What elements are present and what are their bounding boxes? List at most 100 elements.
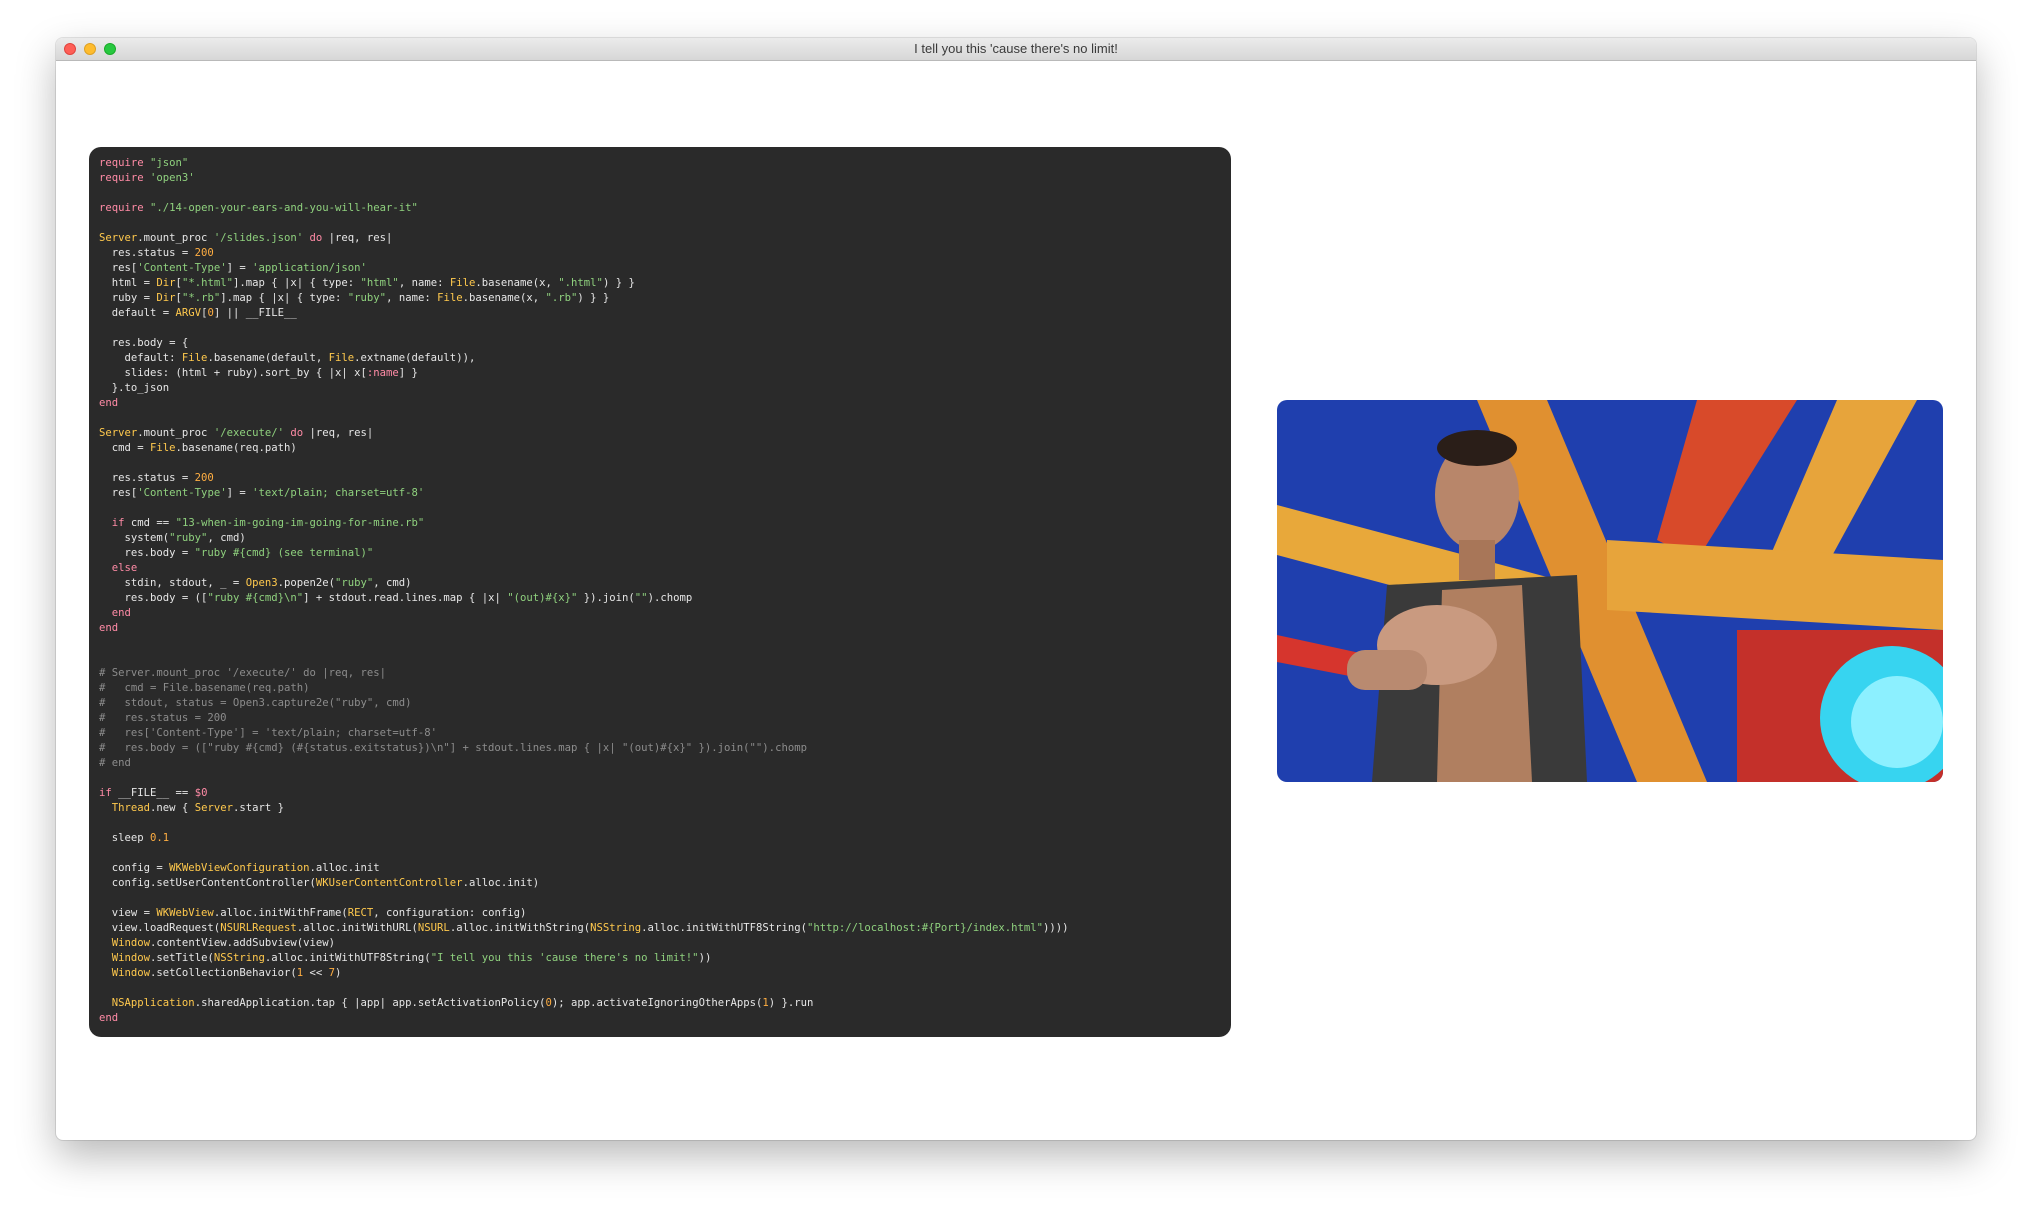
code-line: default: File.basename(default, File.ext… xyxy=(99,351,1221,366)
code-token: default: xyxy=(99,352,182,364)
code-token: NSString xyxy=(590,922,642,934)
code-token: NSString xyxy=(213,952,265,964)
code-token: ].map { |x| { type: xyxy=(232,277,361,289)
code-token: ] = xyxy=(226,262,253,274)
code-token: if xyxy=(111,517,125,529)
code-token: Open3 xyxy=(245,577,278,589)
code-line: else xyxy=(99,561,1221,576)
code-token: .alloc.initWithUTF8String( xyxy=(641,922,807,934)
code-line: cmd = File.basename(req.path) xyxy=(99,441,1221,456)
code-line: # stdout, status = Open3.capture2e("ruby… xyxy=(99,696,1221,711)
code-token: |req, res| xyxy=(322,232,393,244)
code-token: ] = xyxy=(226,487,253,499)
code-line: res['Content-Type'] = 'text/plain; chars… xyxy=(99,486,1221,501)
code-token: WKWebView xyxy=(156,907,214,919)
code-token: "json" xyxy=(150,157,189,169)
code-token: |req, res| xyxy=(303,427,374,439)
code-token: .popen2e( xyxy=(277,577,335,589)
code-line: Window.contentView.addSubview(view) xyxy=(99,936,1221,951)
code-token: stdin, stdout, _ = xyxy=(99,577,246,589)
code-token: Window xyxy=(111,967,151,979)
code-token: WKUserContentController xyxy=(315,877,463,889)
code-token: )) xyxy=(698,952,712,964)
code-token: "ruby #{cmd}\n" xyxy=(207,592,304,604)
code-token: RECT xyxy=(347,907,374,919)
code-token: "./14-open-your-ears-and-you-will-hear-i… xyxy=(150,202,418,214)
code-token: require xyxy=(99,157,144,169)
code-token: ].map { |x| { type: xyxy=(220,292,348,304)
code-token: 'application/json' xyxy=(252,262,367,274)
code-line: # res['Content-Type'] = 'text/plain; cha… xyxy=(99,726,1221,741)
code-token: ) }.run xyxy=(768,997,814,1009)
code-token: File xyxy=(150,442,176,454)
code-line: end xyxy=(99,396,1221,411)
code-token: res.body = xyxy=(99,547,195,559)
code-token: File xyxy=(328,352,355,364)
code-token: , name: xyxy=(398,277,450,289)
code-token: "http://localhost:#{Port}/index.html" xyxy=(807,922,1043,934)
code-line: config = WKWebViewConfiguration.alloc.in… xyxy=(99,861,1221,876)
code-token: "ruby" xyxy=(335,577,374,589)
code-token: ); app.activateIgnoringOtherApps( xyxy=(551,997,763,1009)
code-token: res.status = xyxy=(99,247,195,259)
code-line: require "json" xyxy=(99,156,1221,171)
code-line: end xyxy=(99,621,1221,636)
code-line: Server.mount_proc '/slides.json' do |req… xyxy=(99,231,1221,246)
code-line: res.body = { xyxy=(99,336,1221,351)
code-line: ruby = Dir["*.rb"].map { |x| { type: "ru… xyxy=(99,291,1221,306)
code-line: Window.setTitle(NSString.alloc.initWithU… xyxy=(99,951,1221,966)
code-token: .alloc.initWithURL( xyxy=(296,922,418,934)
code-token: .alloc.initWithFrame( xyxy=(213,907,348,919)
code-token: # end xyxy=(99,757,131,769)
app-window: I tell you this 'cause there's no limit!… xyxy=(56,38,1976,1140)
code-token: , cmd) xyxy=(373,577,412,589)
code-token: res.body = ([ xyxy=(99,592,208,604)
code-token: ] } xyxy=(398,367,418,379)
code-token: require xyxy=(99,202,144,214)
code-token: NSApplication xyxy=(111,997,195,1009)
code-token: end xyxy=(99,1012,119,1024)
code-token: , name: xyxy=(386,292,438,304)
code-token: "ruby" xyxy=(347,292,387,304)
code-line: default = ARGV[0] || __FILE__ xyxy=(99,306,1221,321)
code-line: view.loadRequest(NSURLRequest.alloc.init… xyxy=(99,921,1221,936)
code-token: do xyxy=(309,232,323,244)
code-token: '/execute/' xyxy=(213,427,284,439)
code-token: "html" xyxy=(360,277,399,289)
code-token: .start } xyxy=(232,802,285,814)
code-token: ) } } xyxy=(577,292,610,304)
code-line: Server.mount_proc '/execute/' do |req, r… xyxy=(99,426,1221,441)
code-token: .basename(default, xyxy=(207,352,329,364)
code-line: res.body = "ruby #{cmd} (see terminal)" xyxy=(99,546,1221,561)
code-token: 'Content-Type' xyxy=(137,487,227,499)
code-line: NSApplication.sharedApplication.tap { |a… xyxy=(99,996,1221,1011)
code-token: do xyxy=(290,427,304,439)
code-token: .setCollectionBehavior( xyxy=(150,967,297,979)
code-line: # res.status = 200 xyxy=(99,711,1221,726)
code-token: NSURLRequest xyxy=(220,922,297,934)
code-token: "" xyxy=(634,592,648,604)
code-token: Server xyxy=(194,802,233,814)
code-line: Window.setCollectionBehavior(1 << 7) xyxy=(99,966,1221,981)
code-token: # stdout, status = Open3.capture2e("ruby… xyxy=(99,697,412,709)
code-token: Thread xyxy=(111,802,151,814)
code-line: require 'open3' xyxy=(99,171,1221,186)
title-bar[interactable]: I tell you this 'cause there's no limit! xyxy=(56,38,1976,61)
code-line: res.status = 200 xyxy=(99,246,1221,261)
code-token: res[ xyxy=(99,262,138,274)
code-token: .alloc.initWithUTF8String( xyxy=(264,952,431,964)
code-token: end xyxy=(111,607,131,619)
code-token: .basename(req.path) xyxy=(175,442,297,454)
code-token: # Server.mount_proc '/execute/' do |req,… xyxy=(99,667,387,679)
code-token: .alloc.init xyxy=(309,862,380,874)
code-line: # end xyxy=(99,756,1221,771)
code-line: Thread.new { Server.start } xyxy=(99,801,1221,816)
code-token: << xyxy=(303,967,329,979)
window-title: I tell you this 'cause there's no limit! xyxy=(914,41,1118,56)
